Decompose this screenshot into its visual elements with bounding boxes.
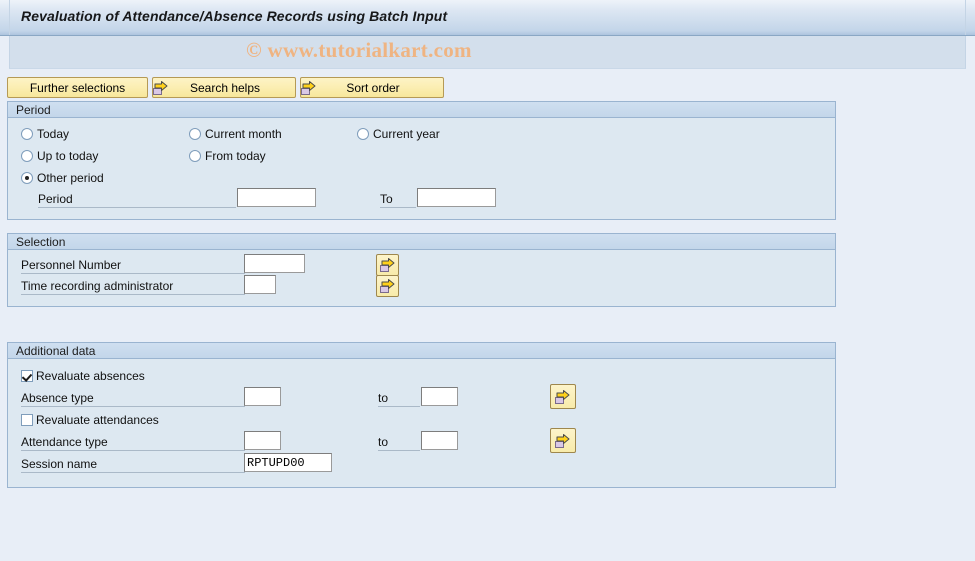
radio-other-period-control[interactable] <box>21 172 33 184</box>
watermark-band <box>9 36 966 69</box>
period-panel-title: Period <box>16 103 51 117</box>
personnel-number-label: Personnel Number <box>21 258 122 272</box>
attendance-type-multi-select-button[interactable] <box>550 428 576 453</box>
absence-type-label: Absence type <box>21 391 94 405</box>
radio-current-year-control[interactable] <box>357 128 369 140</box>
radio-up-to-today-control[interactable] <box>21 150 33 162</box>
personnel-number-label-rule <box>21 273 245 274</box>
further-selections-label: Further selections <box>29 80 126 95</box>
period-from-label: Period <box>38 192 73 206</box>
arrow-right-icon <box>379 278 396 294</box>
personnel-number-input[interactable] <box>244 254 305 273</box>
watermark-text: © www.tutorialkart.com <box>246 38 472 62</box>
radio-other-period-label: Other period <box>37 171 104 185</box>
period-panel: Period Today Current month Current year … <box>7 101 836 220</box>
time-recording-administrator-input[interactable] <box>244 275 276 294</box>
absence-type-multi-select-button[interactable] <box>550 384 576 409</box>
revaluate-absences-label: Revaluate absences <box>36 369 145 383</box>
window-title-bar: Revaluation of Attendance/Absence Record… <box>0 0 975 36</box>
revaluate-absences-checkbox[interactable] <box>21 370 33 382</box>
selection-panel: Selection Personnel Number Time recordin… <box>7 233 836 307</box>
session-name-label-rule <box>21 472 245 473</box>
absence-type-label-rule <box>21 406 245 407</box>
further-selections-button[interactable]: Further selections <box>7 77 148 98</box>
selection-panel-header: Selection <box>8 234 835 250</box>
additional-data-panel-header: Additional data <box>8 343 835 359</box>
arrow-right-icon <box>555 433 571 449</box>
revaluate-attendances-label: Revaluate attendances <box>36 413 159 427</box>
radio-other-period[interactable]: Other period <box>21 171 104 185</box>
radio-current-month-label: Current month <box>205 127 282 141</box>
sort-order-button[interactable]: Sort order <box>300 77 444 98</box>
time-recording-administrator-label: Time recording administrator <box>21 279 174 293</box>
period-to-label: To <box>380 192 393 206</box>
additional-data-panel-title: Additional data <box>16 344 96 358</box>
search-helps-button[interactable]: Search helps <box>152 77 296 98</box>
period-panel-header: Period <box>8 102 835 118</box>
selection-panel-title: Selection <box>16 235 66 249</box>
session-name-input[interactable] <box>244 453 332 472</box>
time-recording-administrator-label-rule <box>21 294 245 295</box>
arrow-right-icon <box>301 80 317 96</box>
period-to-input[interactable] <box>417 188 496 207</box>
radio-up-to-today[interactable]: Up to today <box>21 149 98 163</box>
sort-order-label: Sort order <box>346 80 400 95</box>
radio-from-today-control[interactable] <box>189 150 201 162</box>
radio-up-to-today-label: Up to today <box>37 149 99 163</box>
period-to-label-rule <box>380 207 416 208</box>
personnel-number-multi-select-button[interactable] <box>376 254 399 276</box>
search-helps-label: Search helps <box>189 80 261 95</box>
radio-today[interactable]: Today <box>21 127 69 141</box>
arrow-right-icon <box>153 80 169 96</box>
revaluate-attendances-checkbox-row[interactable]: Revaluate attendances <box>21 413 159 427</box>
radio-current-month-control[interactable] <box>189 128 201 140</box>
arrow-right-icon <box>379 257 396 273</box>
radio-today-label: Today <box>37 127 70 141</box>
page-title: Revaluation of Attendance/Absence Record… <box>21 8 448 24</box>
attendance-type-to-label: to <box>378 435 389 449</box>
arrow-right-icon <box>555 389 571 405</box>
period-from-label-rule <box>38 207 236 208</box>
absence-type-to-label-rule <box>378 406 420 407</box>
radio-from-today[interactable]: From today <box>189 149 266 163</box>
attendance-type-to-label-rule <box>378 450 420 451</box>
radio-from-today-label: From today <box>205 149 266 163</box>
revaluate-absences-checkbox-row[interactable]: Revaluate absences <box>21 369 145 383</box>
absence-type-to-input[interactable] <box>421 387 458 406</box>
revaluate-attendances-checkbox[interactable] <box>21 414 33 426</box>
attendance-type-label: Attendance type <box>21 435 108 449</box>
radio-current-year-label: Current year <box>373 127 440 141</box>
attendance-type-from-input[interactable] <box>244 431 281 450</box>
attendance-type-to-input[interactable] <box>421 431 458 450</box>
absence-type-from-input[interactable] <box>244 387 281 406</box>
additional-data-panel: Additional data Revaluate absences Absen… <box>7 342 836 488</box>
radio-current-month[interactable]: Current month <box>189 127 282 141</box>
radio-today-control[interactable] <box>21 128 33 140</box>
time-recording-administrator-multi-select-button[interactable] <box>376 275 399 297</box>
absence-type-to-label: to <box>378 391 389 405</box>
attendance-type-label-rule <box>21 450 245 451</box>
session-name-label: Session name <box>21 457 98 471</box>
radio-current-year[interactable]: Current year <box>357 127 440 141</box>
period-from-input[interactable] <box>237 188 316 207</box>
